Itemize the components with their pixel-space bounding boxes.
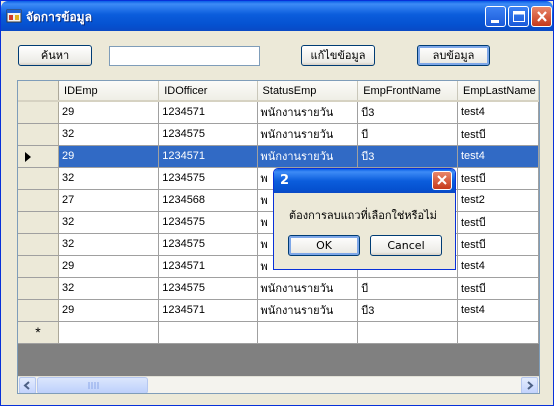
table-cell[interactable]: 32 — [58, 211, 160, 234]
confirm-dialog: 2 ต้องการลบแถวที่เลือกใช่หรือไม่ OK Canc… — [273, 168, 456, 270]
column-header[interactable]: IDOfficer — [158, 81, 258, 102]
table-row[interactable]: 29 1234571 พนักงานรายวัน บี3 test4 — [18, 299, 539, 322]
table-cell[interactable]: 1234571 — [158, 255, 258, 278]
row-header[interactable] — [18, 299, 60, 322]
table-cell[interactable]: 1234575 — [158, 211, 258, 234]
table-cell[interactable] — [158, 321, 258, 344]
minimize-icon — [491, 20, 499, 23]
dialog-message: ต้องการลบแถวที่เลือกใช่หรือไม่ — [289, 209, 437, 222]
scroll-left-button[interactable] — [19, 377, 36, 393]
table-cell[interactable] — [457, 321, 539, 344]
table-cell[interactable]: บี — [357, 123, 458, 146]
new-row-marker[interactable]: * — [18, 321, 60, 344]
table-cell[interactable]: พนักงานรายวัน — [257, 277, 359, 300]
table-cell[interactable]: 32 — [58, 233, 160, 256]
table-cell[interactable]: testบี — [457, 123, 539, 146]
table-cell[interactable]: พนักงานรายวัน — [257, 101, 359, 124]
table-row[interactable]: 29 1234571 พนักงานรายวัน บี3 test4 — [18, 101, 539, 124]
maximize-button[interactable] — [508, 6, 529, 27]
row-header[interactable] — [18, 123, 60, 146]
column-header[interactable]: EmpFrontName — [357, 81, 458, 102]
search-input[interactable] — [109, 46, 260, 66]
title-bar[interactable]: จัดการข้อมูล — [1, 1, 553, 31]
table-cell[interactable]: พนักงานรายวัน — [257, 299, 359, 322]
row-header[interactable] — [18, 277, 60, 300]
table-cell[interactable]: พนักงานรายวัน — [257, 123, 359, 146]
grip-icon — [88, 382, 99, 389]
arrow-right-icon — [527, 381, 534, 390]
grid-header-row: IDEmp IDOfficer StatusEmp EmpFrontName E… — [18, 81, 539, 102]
ok-button[interactable]: OK — [288, 235, 360, 256]
column-header[interactable]: EmpLastName — [457, 81, 539, 102]
table-cell[interactable]: 29 — [58, 299, 160, 322]
table-cell[interactable]: 1234571 — [158, 101, 258, 124]
close-icon — [537, 11, 547, 22]
row-header[interactable] — [18, 211, 60, 234]
table-cell[interactable] — [257, 321, 359, 344]
scroll-right-button[interactable] — [521, 377, 538, 393]
table-cell[interactable]: test2 — [457, 189, 539, 212]
table-cell[interactable]: testบี — [457, 277, 539, 300]
table-cell[interactable]: test4 — [457, 101, 539, 124]
main-window: จัดการข้อมูล ค้นหา แก้ไขข้อมูล ลบข้อมูล … — [0, 0, 554, 406]
row-header[interactable] — [18, 189, 60, 212]
table-cell[interactable] — [357, 321, 458, 344]
table-cell[interactable]: test4 — [457, 255, 539, 278]
table-cell[interactable]: 27 — [58, 189, 160, 212]
table-row[interactable]: 29 1234571 พนักงานรายวัน บี3 test4 — [18, 145, 539, 168]
table-cell[interactable] — [58, 321, 160, 344]
arrow-left-icon — [23, 381, 30, 390]
maximize-icon — [513, 11, 525, 22]
table-cell[interactable]: 29 — [58, 101, 160, 124]
table-cell[interactable]: testบี — [457, 167, 539, 190]
dialog-title: 2 — [280, 173, 290, 188]
table-cell[interactable]: 32 — [58, 167, 160, 190]
table-cell[interactable]: 29 — [58, 145, 160, 168]
minimize-button[interactable] — [485, 6, 506, 27]
table-cell[interactable]: บี3 — [357, 101, 458, 124]
table-cell[interactable]: 32 — [58, 277, 160, 300]
cancel-button[interactable]: Cancel — [370, 235, 442, 256]
table-cell[interactable]: 29 — [58, 255, 160, 278]
column-header[interactable]: StatusEmp — [257, 81, 359, 102]
dialog-title-bar[interactable]: 2 — [274, 169, 455, 193]
current-row-arrow-icon — [25, 151, 31, 162]
table-cell[interactable]: 1234571 — [158, 145, 258, 168]
row-header[interactable] — [18, 145, 60, 168]
corner-header[interactable] — [18, 81, 60, 102]
table-cell[interactable]: พนักงานรายวัน — [257, 145, 359, 168]
close-icon — [437, 175, 447, 185]
app-icon — [6, 9, 22, 23]
window-title: จัดการข้อมูล — [26, 10, 92, 24]
horizontal-scrollbar[interactable] — [18, 376, 539, 393]
table-row[interactable]: 32 1234575 พนักงานรายวัน บี testบี — [18, 277, 539, 300]
table-cell[interactable]: test4 — [457, 145, 539, 168]
table-cell[interactable]: 32 — [58, 123, 160, 146]
close-button[interactable] — [531, 6, 552, 27]
table-cell[interactable]: บี3 — [357, 299, 458, 322]
scroll-thumb[interactable] — [37, 377, 148, 393]
table-cell[interactable]: testบี — [457, 211, 539, 234]
table-cell[interactable]: testบี — [457, 233, 539, 256]
table-cell[interactable]: 1234575 — [158, 233, 258, 256]
table-cell[interactable]: บี — [357, 277, 458, 300]
dialog-close-button[interactable] — [432, 171, 452, 190]
edit-button[interactable]: แก้ไขข้อมูล — [301, 45, 375, 66]
delete-button[interactable]: ลบข้อมูล — [417, 45, 490, 66]
table-cell[interactable]: 1234571 — [158, 299, 258, 322]
row-header[interactable] — [18, 101, 60, 124]
table-cell[interactable]: test4 — [457, 299, 539, 322]
row-header[interactable] — [18, 167, 60, 190]
table-cell[interactable]: 1234575 — [158, 167, 258, 190]
row-header[interactable] — [18, 233, 60, 256]
search-button[interactable]: ค้นหา — [18, 45, 92, 66]
table-cell[interactable]: บี3 — [357, 145, 458, 168]
table-cell[interactable]: 1234575 — [158, 123, 258, 146]
column-header[interactable]: IDEmp — [58, 81, 160, 102]
table-cell[interactable]: 1234575 — [158, 277, 258, 300]
new-row[interactable]: * — [18, 321, 539, 344]
table-row[interactable]: 32 1234575 พนักงานรายวัน บี testบี — [18, 123, 539, 146]
table-cell[interactable]: 1234568 — [158, 189, 258, 212]
row-header[interactable] — [18, 255, 60, 278]
